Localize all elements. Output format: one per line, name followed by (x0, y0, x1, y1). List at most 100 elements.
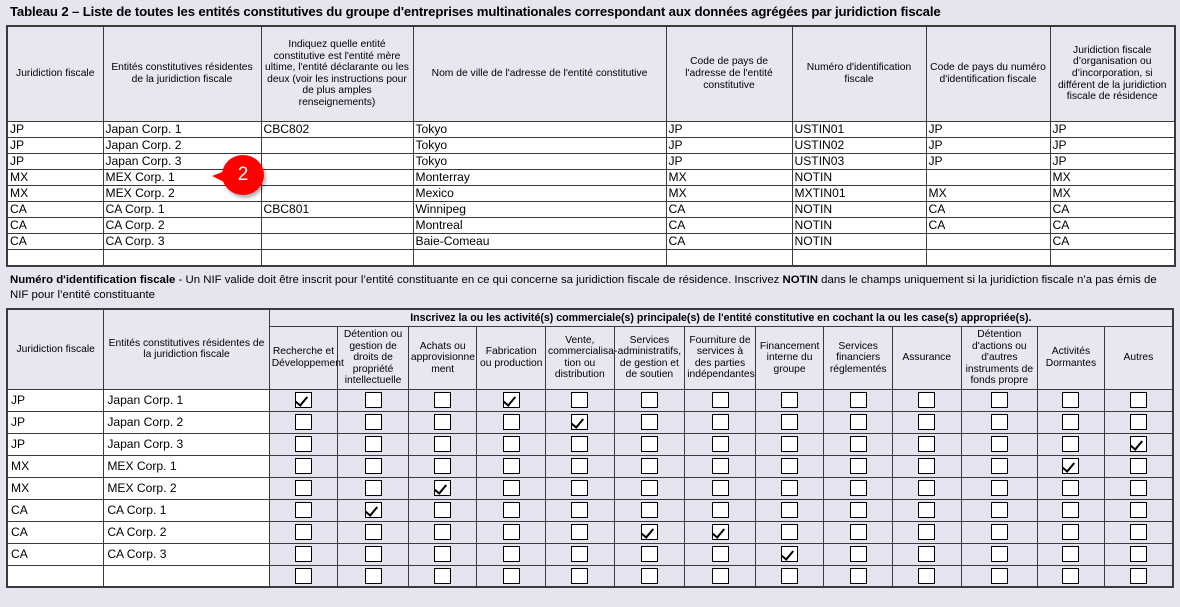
checkbox-icon[interactable] (364, 436, 382, 452)
checkbox-icon[interactable] (571, 567, 589, 584)
table1-cell[interactable] (102, 249, 262, 267)
checkbox-icon[interactable] (364, 567, 382, 584)
checkbox-icon[interactable] (1062, 414, 1080, 430)
table1-cell[interactable]: USTIN01 (791, 121, 927, 139)
checkbox-icon[interactable] (711, 567, 729, 584)
table2-jurisdiction-cell[interactable]: CA (6, 498, 105, 522)
activity-checkbox-cell[interactable] (407, 542, 478, 566)
checkbox-icon[interactable] (294, 414, 312, 430)
checkbox-icon[interactable] (502, 480, 520, 496)
checkbox-icon[interactable] (918, 436, 936, 452)
table1-cell[interactable]: Mexico (412, 185, 667, 203)
table1-cell[interactable] (260, 249, 414, 267)
checkbox-icon[interactable] (849, 546, 867, 562)
checkbox-icon[interactable] (711, 458, 729, 474)
table1-cell[interactable]: MX (665, 185, 793, 203)
table1-cell[interactable]: USTIN02 (791, 137, 927, 155)
activity-checkbox-cell[interactable] (476, 564, 547, 588)
checkbox-icon[interactable] (434, 524, 452, 540)
activity-checkbox-cell[interactable] (613, 454, 686, 478)
checkbox-icon[interactable] (781, 458, 799, 474)
checkbox-icon[interactable] (640, 458, 658, 474)
table1-cell[interactable]: Japan Corp. 1 (102, 121, 262, 139)
activity-checkbox-cell[interactable] (613, 410, 686, 434)
table1-cell[interactable]: NOTIN (791, 169, 927, 187)
activity-checkbox-cell[interactable] (268, 432, 339, 456)
activity-checkbox-cell[interactable] (268, 410, 339, 434)
activity-checkbox-cell[interactable] (823, 520, 893, 544)
activity-checkbox-cell[interactable] (1037, 520, 1105, 544)
activity-checkbox-cell[interactable] (613, 388, 686, 412)
activity-checkbox-cell[interactable] (1037, 476, 1105, 500)
checkbox-icon[interactable] (849, 436, 867, 452)
activity-checkbox-cell[interactable] (1103, 520, 1174, 544)
table1-cell[interactable] (791, 249, 927, 267)
checkbox-icon[interactable] (571, 480, 589, 496)
checkbox-icon[interactable] (640, 567, 658, 584)
activity-checkbox-cell[interactable] (545, 542, 615, 566)
checkbox-checked-icon[interactable] (1062, 458, 1080, 474)
activity-checkbox-cell[interactable] (1037, 498, 1105, 522)
activity-checkbox-cell[interactable] (476, 520, 547, 544)
checkbox-icon[interactable] (781, 436, 799, 452)
activity-checkbox-cell[interactable] (268, 476, 339, 500)
table1-cell[interactable]: Tokyo (412, 153, 667, 171)
activity-checkbox-cell[interactable] (337, 520, 409, 544)
activity-checkbox-cell[interactable] (754, 388, 825, 412)
table1-cell[interactable]: MEX Corp. 1 (102, 169, 262, 187)
table1-cell[interactable]: Tokyo (412, 121, 667, 139)
checkbox-icon[interactable] (990, 458, 1008, 474)
activity-checkbox-cell[interactable] (823, 476, 893, 500)
checkbox-icon[interactable] (1129, 458, 1147, 474)
activity-checkbox-cell[interactable] (1037, 564, 1105, 588)
checkbox-icon[interactable] (502, 436, 520, 452)
table2-jurisdiction-cell[interactable]: JP (6, 432, 105, 456)
checkbox-icon[interactable] (711, 436, 729, 452)
activity-checkbox-cell[interactable] (337, 432, 409, 456)
checkbox-icon[interactable] (918, 480, 936, 496)
table2-jurisdiction-cell[interactable]: JP (6, 388, 105, 412)
checkbox-icon[interactable] (990, 502, 1008, 518)
checkbox-icon[interactable] (294, 480, 312, 496)
activity-checkbox-cell[interactable] (891, 410, 962, 434)
checkbox-icon[interactable] (849, 524, 867, 540)
activity-checkbox-cell[interactable] (268, 388, 339, 412)
checkbox-icon[interactable] (571, 436, 589, 452)
table1-cell[interactable]: MX (925, 185, 1051, 203)
activity-checkbox-cell[interactable] (407, 498, 478, 522)
table1-cell[interactable]: JP (665, 121, 793, 139)
checkbox-icon[interactable] (849, 567, 867, 584)
checkbox-icon[interactable] (640, 480, 658, 496)
activity-checkbox-cell[interactable] (337, 454, 409, 478)
activity-checkbox-cell[interactable] (407, 454, 478, 478)
checkbox-icon[interactable] (918, 567, 936, 584)
activity-checkbox-cell[interactable] (1103, 432, 1174, 456)
activity-checkbox-cell[interactable] (337, 388, 409, 412)
checkbox-icon[interactable] (434, 436, 452, 452)
checkbox-icon[interactable] (1129, 480, 1147, 496)
table1-cell[interactable]: JP (925, 153, 1051, 171)
checkbox-icon[interactable] (294, 436, 312, 452)
checkbox-icon[interactable] (571, 502, 589, 518)
activity-checkbox-cell[interactable] (754, 498, 825, 522)
table1-cell[interactable]: CA (6, 233, 104, 251)
checkbox-icon[interactable] (711, 480, 729, 496)
checkbox-icon[interactable] (990, 414, 1008, 430)
table1-cell[interactable] (412, 249, 667, 267)
activity-checkbox-cell[interactable] (960, 476, 1039, 500)
table1-cell[interactable]: CA Corp. 1 (102, 201, 262, 219)
activity-checkbox-cell[interactable] (613, 542, 686, 566)
table1-cell[interactable]: NOTIN (791, 217, 927, 235)
checkbox-icon[interactable] (1062, 480, 1080, 496)
checkbox-checked-icon[interactable] (502, 392, 520, 408)
table1-cell[interactable]: MXTIN01 (791, 185, 927, 203)
table1-cell[interactable]: MX (6, 185, 104, 203)
activity-checkbox-cell[interactable] (337, 564, 409, 588)
table1-cell[interactable]: JP (6, 153, 104, 171)
activity-checkbox-cell[interactable] (891, 564, 962, 588)
activity-checkbox-cell[interactable] (545, 476, 615, 500)
activity-checkbox-cell[interactable] (1103, 542, 1174, 566)
checkbox-icon[interactable] (434, 546, 452, 562)
checkbox-icon[interactable] (1129, 502, 1147, 518)
checkbox-icon[interactable] (918, 524, 936, 540)
